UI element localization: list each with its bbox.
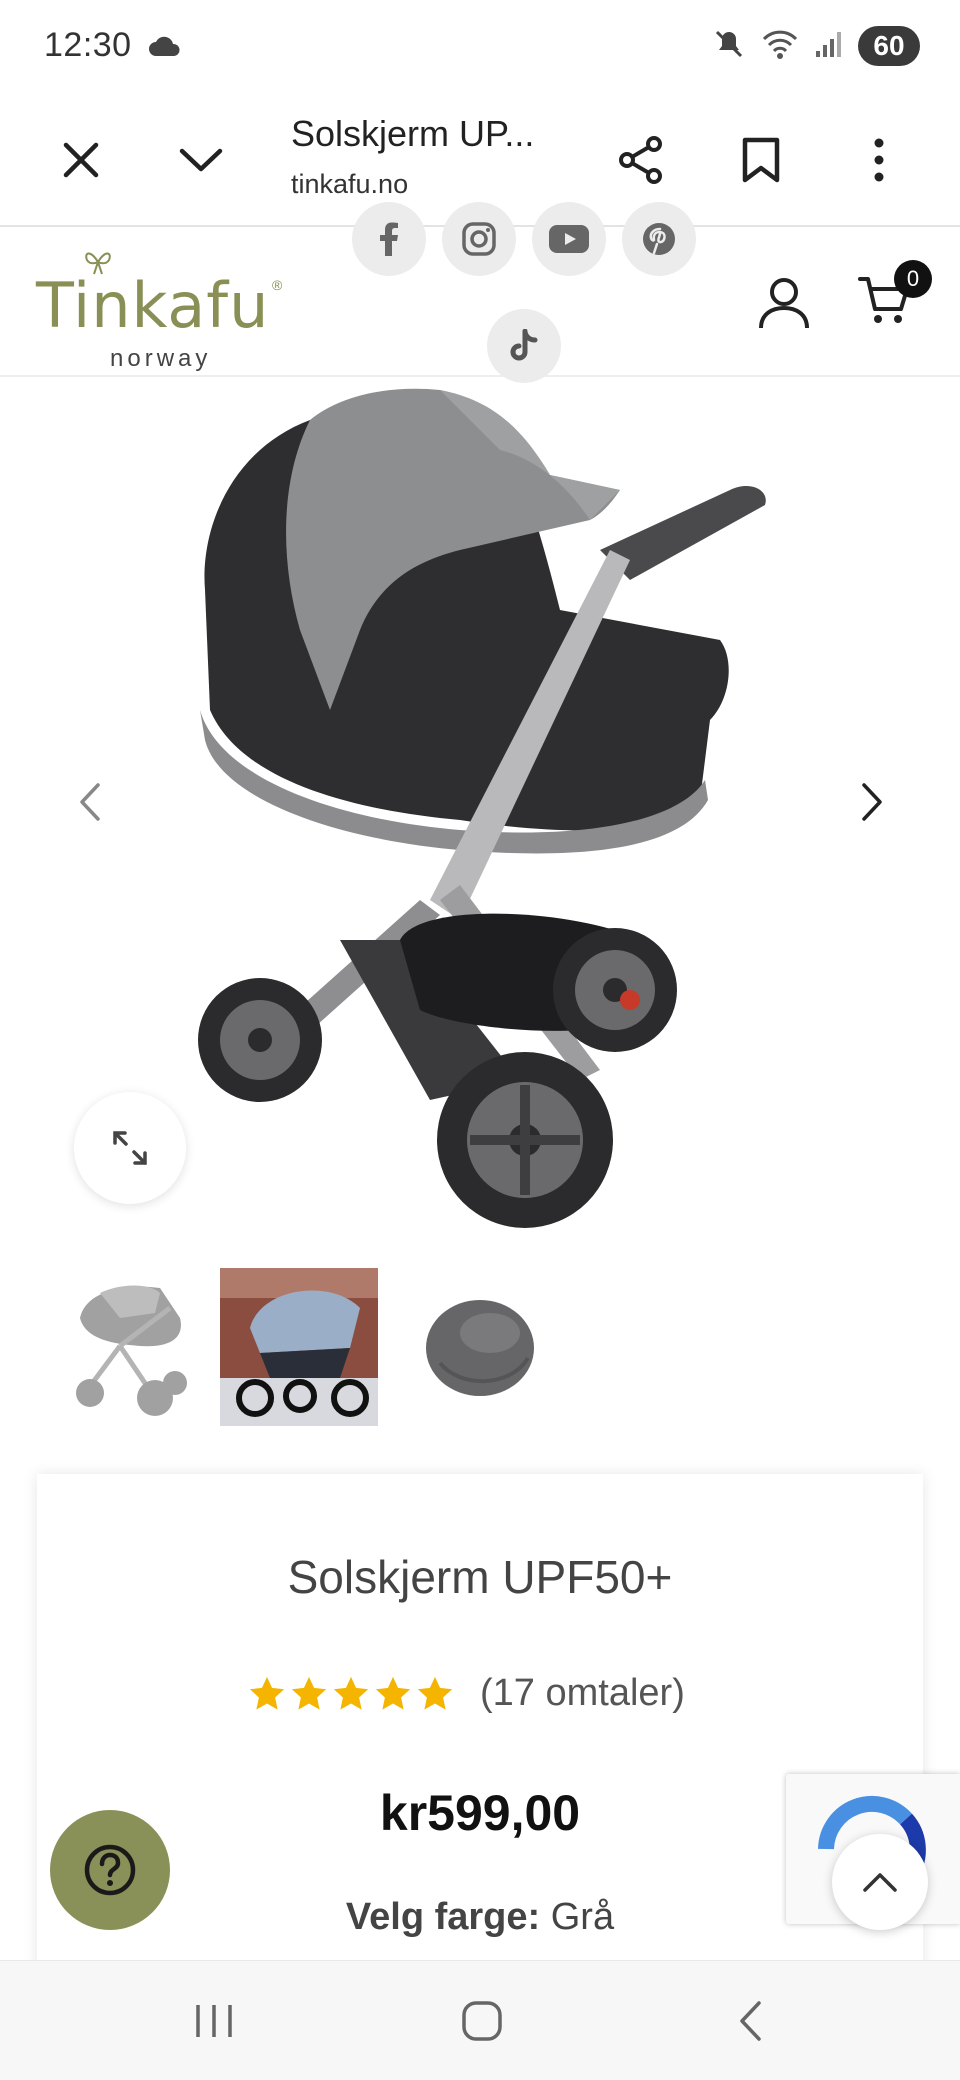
facebook-link[interactable] <box>352 202 426 276</box>
fullscreen-button[interactable] <box>74 1092 186 1204</box>
wifi-icon <box>760 27 800 66</box>
site-header: Tinkafu ® norway 0 <box>0 202 960 383</box>
pinterest-link[interactable] <box>622 202 696 276</box>
instagram-icon <box>462 222 496 256</box>
share-icon <box>619 136 662 184</box>
logo-subtitle: norway <box>110 345 212 372</box>
logo-registered-mark: ® <box>272 277 283 293</box>
signal-icon <box>814 29 844 64</box>
chevron-up-icon <box>863 1873 897 1892</box>
youtube-icon <box>549 225 589 253</box>
star-icon <box>375 1676 411 1710</box>
close-tab-button[interactable] <box>36 95 126 225</box>
color-label: Velg farge <box>345 1896 528 1938</box>
scroll-to-top-button[interactable] <box>832 1834 928 1930</box>
close-icon <box>63 142 99 178</box>
mute-icon <box>712 27 746 66</box>
rating-stars <box>248 1675 454 1713</box>
thumbnail-1[interactable] <box>60 1268 218 1426</box>
bookmark-button[interactable] <box>716 95 806 225</box>
prev-image-button[interactable] <box>60 772 120 832</box>
thumbnail-3[interactable] <box>400 1268 558 1426</box>
system-navigation-bar <box>0 1960 960 2080</box>
status-icons: 60 <box>712 26 920 66</box>
cart-count-badge: 0 <box>894 260 932 298</box>
color-value: Grå <box>550 1896 615 1938</box>
battery-indicator: 60 <box>858 26 920 66</box>
help-button[interactable] <box>50 1810 170 1930</box>
expand-button[interactable] <box>156 95 246 225</box>
question-icon <box>84 1844 136 1896</box>
review-count[interactable]: (17 omtaler) <box>480 1672 685 1715</box>
more-menu-button[interactable] <box>834 95 924 225</box>
home-button[interactable] <box>422 1961 542 2080</box>
bookmark-icon <box>742 137 780 183</box>
account-button[interactable] <box>756 274 812 335</box>
tiktok-icon <box>510 329 538 361</box>
facebook-icon <box>380 222 398 256</box>
status-time: 12:30 <box>44 26 132 64</box>
star-icon <box>417 1676 453 1710</box>
recent-apps-button[interactable] <box>154 1961 274 2080</box>
user-icon <box>759 278 809 329</box>
instagram-link[interactable] <box>442 202 516 276</box>
home-icon <box>462 2001 502 2041</box>
star-icon <box>291 1676 327 1710</box>
color-label-separator: : <box>527 1896 541 1938</box>
back-icon <box>740 2001 761 2041</box>
page-title[interactable]: Solskjerm UP... <box>291 113 581 155</box>
product-rating[interactable]: (17 omtaler) <box>248 1672 685 1715</box>
star-icon <box>249 1676 285 1710</box>
logo-text: Tinkafu <box>36 269 270 342</box>
tiktok-link[interactable] <box>487 309 561 383</box>
status-bar: 12:30 60 <box>0 0 960 95</box>
recent-apps-icon <box>196 2005 232 2037</box>
thumbnail-2[interactable] <box>220 1268 378 1426</box>
product-title: Solskjerm UPF50+ <box>287 1551 673 1603</box>
chevron-right-icon <box>862 783 882 821</box>
pinterest-icon <box>643 223 675 255</box>
youtube-link[interactable] <box>532 202 606 276</box>
page-url[interactable]: tinkafu.no <box>291 169 408 200</box>
next-image-button[interactable] <box>842 772 902 832</box>
chevron-down-icon <box>179 148 223 172</box>
star-icon <box>333 1676 369 1710</box>
cloud-icon <box>148 34 182 63</box>
more-vert-icon <box>874 138 884 182</box>
chevron-left-icon <box>80 783 100 821</box>
back-button[interactable] <box>690 1961 810 2080</box>
product-main-image[interactable] <box>160 380 820 1240</box>
site-logo[interactable]: Tinkafu ® norway <box>36 247 296 372</box>
expand-icon <box>113 1131 147 1165</box>
